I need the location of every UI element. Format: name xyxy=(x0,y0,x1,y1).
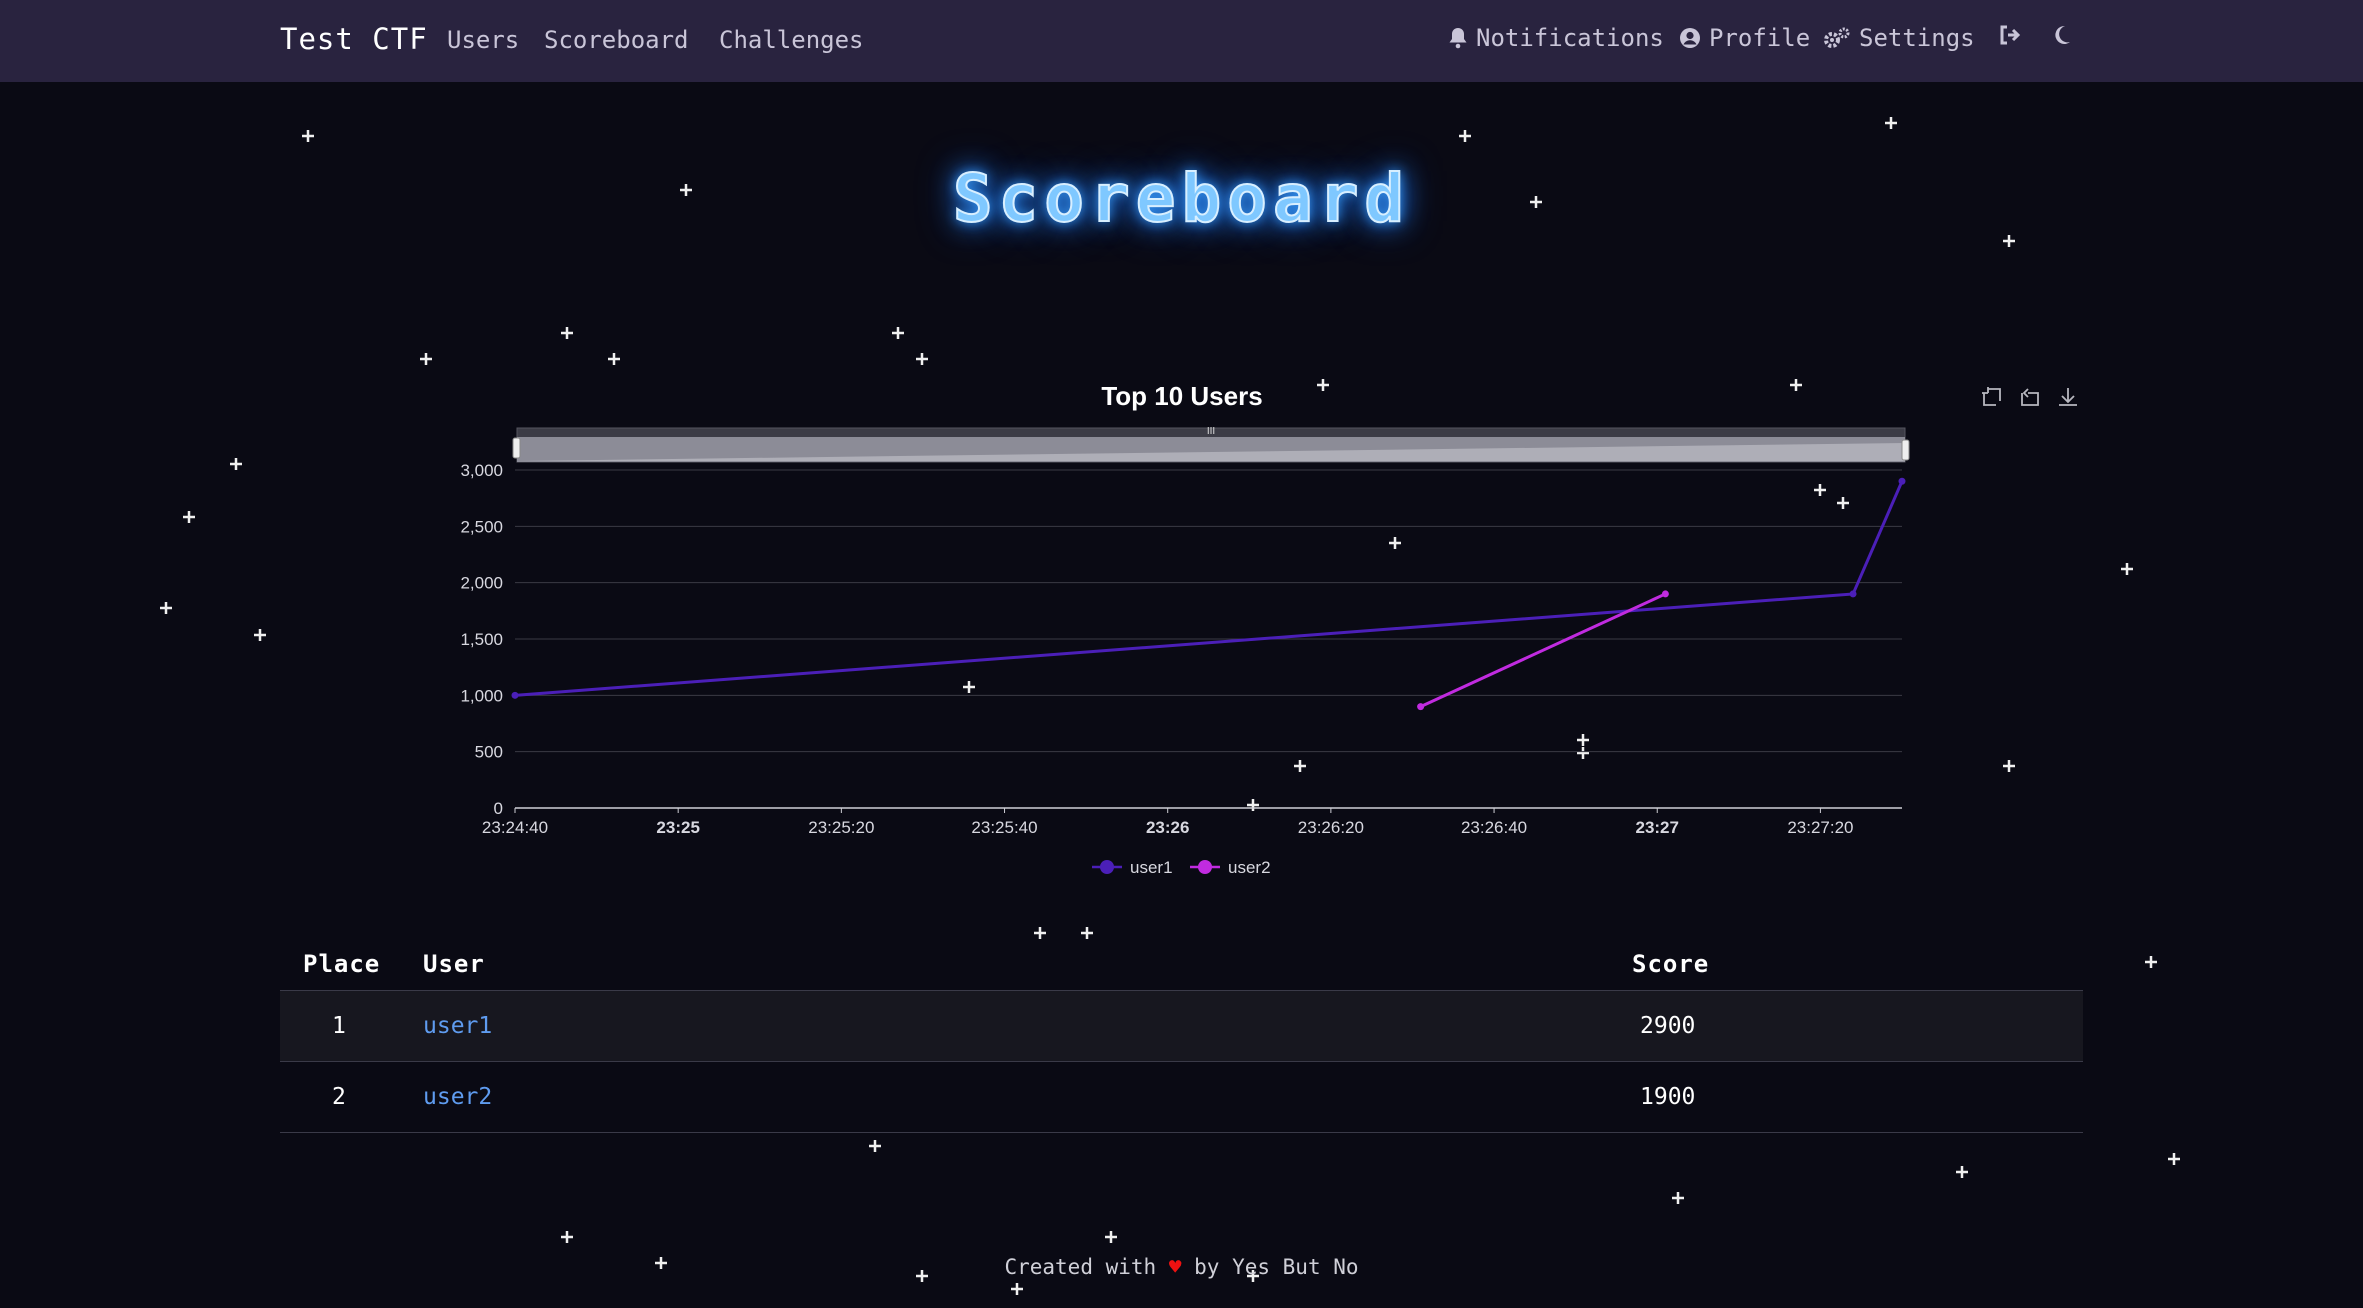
legend-item-user1[interactable]: user1 xyxy=(1092,858,1173,877)
table-header: Place User Score xyxy=(280,940,2083,991)
legend-label: user2 xyxy=(1228,858,1271,877)
column-header-user: User xyxy=(423,950,485,978)
score-cell: 2900 xyxy=(1640,1013,1696,1039)
user-circle-icon xyxy=(1680,28,1700,48)
star-sparkle xyxy=(254,629,266,641)
x-tick-label: 23:25 xyxy=(656,818,699,837)
star-sparkle xyxy=(2121,563,2133,575)
nav-notifications[interactable]: Notifications xyxy=(1448,24,1664,52)
legend-marker xyxy=(1198,860,1212,874)
notifications-label: Notifications xyxy=(1476,24,1664,52)
datazoom-right-handle[interactable] xyxy=(1901,439,1910,461)
place-cell: 2 xyxy=(332,1084,346,1110)
moon-icon xyxy=(2055,25,2070,44)
table-row: 2 user2 1900 xyxy=(280,1062,2083,1133)
score-cell: 1900 xyxy=(1640,1084,1696,1110)
star-sparkle xyxy=(1081,927,1093,939)
chart-datazoom-slider[interactable]: III xyxy=(512,426,1910,463)
legend-marker xyxy=(1100,860,1114,874)
data-point-user2[interactable] xyxy=(1661,590,1669,598)
y-tick-label: 2,000 xyxy=(460,574,503,593)
series-line-user2[interactable] xyxy=(1420,592,1667,708)
logout-icon xyxy=(2000,25,2021,45)
svg-text:III: III xyxy=(1207,426,1215,437)
star-sparkle xyxy=(302,130,314,142)
legend-label: user1 xyxy=(1130,858,1173,877)
nav-settings[interactable]: Settings xyxy=(1823,24,1975,52)
scoreboard-chart: Top 10 Users III 0 500 1,000 1,500 2,000 2,50… xyxy=(420,360,2100,900)
top-navbar: Test CTF Users Scoreboard Challenges Not… xyxy=(0,0,2363,82)
settings-label: Settings xyxy=(1859,24,1975,52)
y-tick-label: 0 xyxy=(494,799,503,818)
star-sparkle xyxy=(1459,130,1471,142)
heart-icon: ♥ xyxy=(1168,1255,1182,1279)
star-sparkle xyxy=(1034,927,1046,939)
nav-link-users[interactable]: Users xyxy=(447,26,519,54)
chart-title: Top 10 Users xyxy=(1101,381,1262,411)
data-point-user2[interactable] xyxy=(1417,703,1425,711)
x-tick-label: 23:26:40 xyxy=(1461,818,1527,837)
bell-icon xyxy=(1449,28,1467,49)
x-tick-label: 23:25:20 xyxy=(808,818,874,837)
logout-button[interactable] xyxy=(1998,24,2022,46)
y-tick-label: 2,500 xyxy=(460,517,503,536)
nav-link-scoreboard[interactable]: Scoreboard xyxy=(544,26,689,54)
page-title: Scoreboard xyxy=(952,159,1411,238)
user-link[interactable]: user1 xyxy=(423,1013,492,1039)
brand-logo[interactable]: Test CTF xyxy=(280,22,428,56)
star-sparkle xyxy=(230,458,242,470)
chart-svg: Top 10 Users III 0 500 1,000 1,500 2,000 2,50… xyxy=(460,381,1910,877)
star-sparkle xyxy=(1011,1283,1023,1295)
x-tick-label: 23:27:20 xyxy=(1787,818,1853,837)
chart-toolbox xyxy=(1980,385,2080,409)
data-point-user1[interactable] xyxy=(1898,477,1906,485)
zoom-reset-icon[interactable] xyxy=(2018,385,2042,409)
nav-profile[interactable]: Profile xyxy=(1679,24,1810,52)
gears-icon xyxy=(1824,27,1850,48)
star-sparkle xyxy=(1672,1192,1684,1204)
y-tick-label: 500 xyxy=(475,743,503,762)
x-tick-label: 23:27 xyxy=(1635,818,1678,837)
star-sparkle xyxy=(561,1231,573,1243)
user-link[interactable]: user2 xyxy=(423,1084,492,1110)
x-tick-label: 23:24:40 xyxy=(482,818,548,837)
y-tick-label: 1,500 xyxy=(460,630,503,649)
scoreboard-table: Place User Score 1 user1 2900 2 user2 19… xyxy=(280,940,2083,1133)
star-sparkle xyxy=(1885,117,1897,129)
data-point-user1[interactable] xyxy=(1849,590,1857,598)
theme-toggle-button[interactable] xyxy=(2052,24,2072,46)
datazoom-left-handle[interactable] xyxy=(512,437,521,459)
star-sparkle xyxy=(1956,1166,1968,1178)
star-sparkle xyxy=(2145,956,2157,968)
footer: Created with ♥ by Yes But No xyxy=(0,1255,2363,1279)
column-header-place: Place xyxy=(303,950,381,978)
table-row: 1 user1 2900 xyxy=(280,991,2083,1062)
zoom-icon[interactable] xyxy=(1980,385,2004,409)
star-sparkle xyxy=(892,327,904,339)
star-sparkle xyxy=(160,602,172,614)
series-line-user1[interactable] xyxy=(514,480,1904,697)
column-header-score: Score xyxy=(1632,950,1710,978)
y-tick-label: 1,000 xyxy=(460,686,503,705)
x-tick-label: 23:25:40 xyxy=(971,818,1037,837)
star-sparkle xyxy=(1105,1231,1117,1243)
data-point-user1[interactable] xyxy=(511,691,519,699)
footer-suffix: by Yes But No xyxy=(1194,1255,1359,1279)
star-sparkle xyxy=(2168,1153,2180,1165)
place-cell: 1 xyxy=(332,1013,346,1039)
y-tick-label: 3,000 xyxy=(460,461,503,480)
x-tick-label: 23:26:20 xyxy=(1298,818,1364,837)
star-sparkle xyxy=(561,327,573,339)
footer-prefix: Created with xyxy=(1004,1255,1157,1279)
nav-link-challenges[interactable]: Challenges xyxy=(719,26,864,54)
x-tick-label: 23:26 xyxy=(1146,818,1189,837)
star-sparkle xyxy=(183,511,195,523)
legend-item-user2[interactable]: user2 xyxy=(1190,858,1271,877)
profile-label: Profile xyxy=(1709,24,1811,52)
star-sparkle xyxy=(869,1140,881,1152)
download-icon[interactable] xyxy=(2056,385,2080,409)
